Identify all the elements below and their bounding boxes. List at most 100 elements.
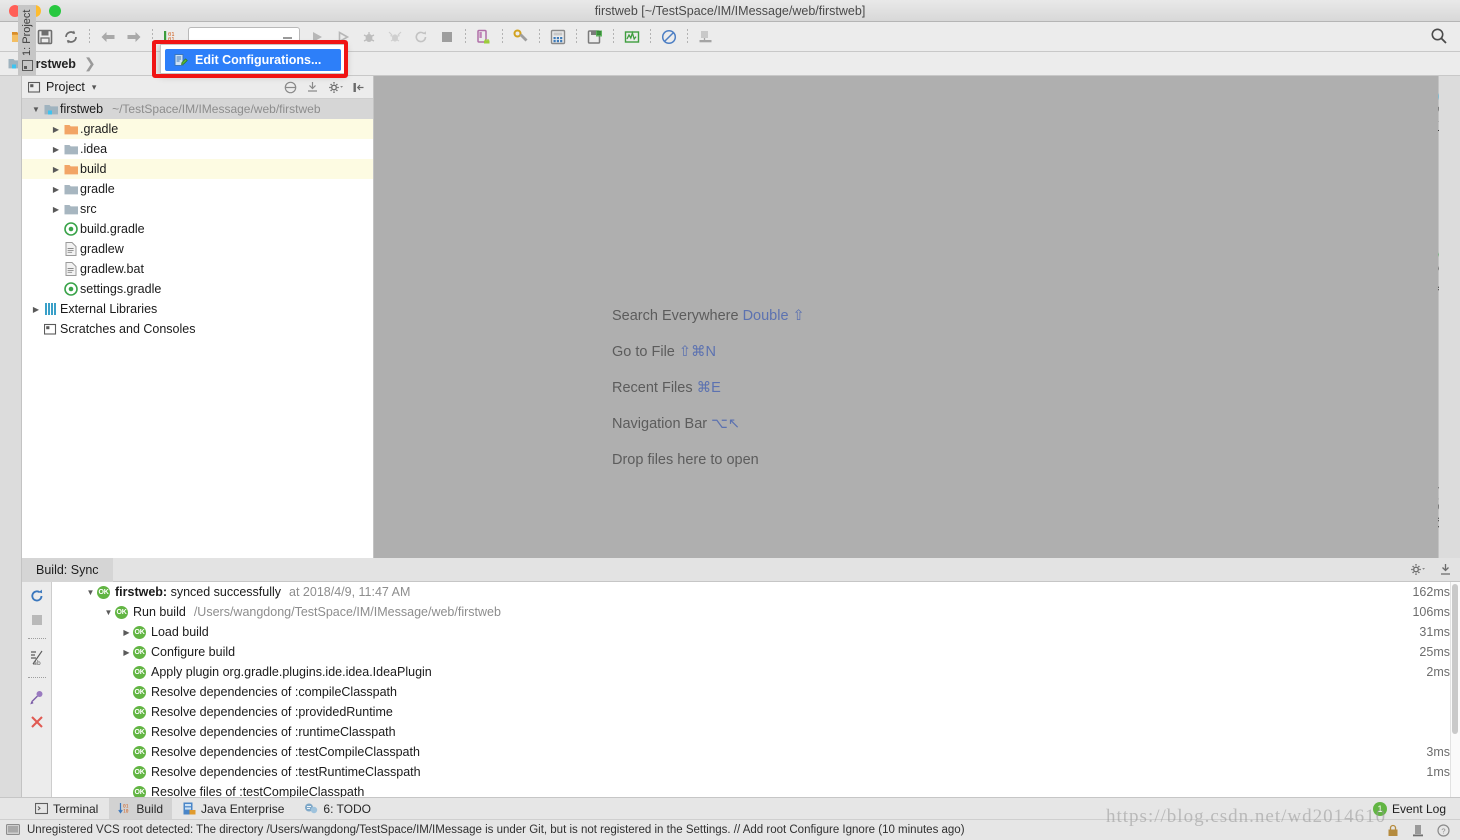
tab-label: Build — [136, 801, 164, 816]
close-icon[interactable] — [29, 714, 45, 730]
tree-row[interactable]: gradlew — [22, 239, 373, 259]
tree-row[interactable]: ▶ src — [22, 199, 373, 219]
build-row-label: Resolve dependencies of :testCompileClas… — [151, 745, 420, 759]
tree-twisty-icon[interactable]: ▶ — [50, 185, 62, 194]
status-bar-icons: ? — [1387, 823, 1460, 837]
build-twisty-icon[interactable]: ▶ — [120, 648, 133, 657]
scrollbar-thumb[interactable] — [1452, 584, 1458, 734]
lock-icon[interactable] — [1387, 824, 1399, 837]
help-icon[interactable]: ? — [1437, 823, 1450, 837]
toolbar-divider — [27, 638, 46, 639]
idea-window: firstweb [~/TestSpace/IM/IMessage/web/fi… — [0, 0, 1460, 840]
tree-twisty-icon[interactable]: ▶ — [50, 205, 62, 214]
build-row[interactable]: OK Resolve dependencies of :testRuntimeCl… — [52, 762, 1460, 782]
tree-row[interactable]: ▶ build — [22, 159, 373, 179]
rerun-icon[interactable] — [29, 588, 45, 604]
tab-todo[interactable]: 6: TODO — [295, 798, 380, 820]
pin-icon[interactable] — [29, 689, 45, 705]
build-row-label: Apply plugin org.gradle.plugins.ide.idea… — [151, 665, 432, 679]
tree-twisty-icon[interactable]: ▶ — [50, 125, 62, 134]
search-icon[interactable] — [1430, 27, 1448, 45]
vcs-icon — [6, 823, 20, 837]
avd-manager-icon[interactable] — [545, 25, 571, 49]
tab-build-sync[interactable]: Build: Sync — [22, 557, 113, 582]
stop-icon[interactable] — [434, 25, 460, 49]
layout-inspector-icon[interactable] — [693, 25, 719, 49]
stop-icon[interactable] — [30, 613, 44, 627]
build-twisty-icon[interactable]: ▼ — [84, 588, 97, 597]
breadcrumb-separator: ❯ — [83, 55, 96, 71]
tree-row-label: src — [80, 202, 97, 216]
zoom-window-button[interactable] — [49, 5, 61, 17]
soft-wrap-icon[interactable]: ab — [29, 650, 45, 666]
tree-row[interactable]: ▶ .idea — [22, 139, 373, 159]
build-row-label: Configure build — [151, 645, 236, 659]
memory-icon[interactable] — [1412, 824, 1424, 837]
hide-icon[interactable] — [352, 81, 365, 94]
build-row[interactable]: ▼ OK firstweb: synced successfully at 2018/… — [52, 582, 1460, 602]
sidebar-item-label: 1: Project — [21, 9, 33, 56]
tree-row[interactable]: settings.gradle — [22, 279, 373, 299]
build-twisty-icon[interactable]: ▼ — [102, 608, 115, 617]
tree-row-label: External Libraries — [60, 302, 158, 316]
file-icon — [62, 242, 80, 256]
toolbar-separator — [576, 28, 577, 45]
no-ads-icon[interactable] — [656, 25, 682, 49]
chevron-down-icon[interactable]: ▾ — [92, 82, 97, 93]
run-configuration-dropdown[interactable]: Edit Configurations... — [160, 44, 346, 74]
tree-row[interactable]: ▶ gradle — [22, 179, 373, 199]
tree-row[interactable]: gradlew.bat — [22, 259, 373, 279]
build-row[interactable]: OK Apply plugin org.gradle.plugins.ide.id… — [52, 662, 1460, 682]
build-row-duration: 106ms — [1412, 605, 1450, 619]
hint-shortcut: ⌘E — [696, 380, 721, 396]
tree-row[interactable]: ▼ firstweb ~/TestSpace/IM/IMessage/web/fir… — [22, 99, 373, 119]
build-row[interactable]: OK Resolve dependencies of :runtimeClassp… — [52, 722, 1460, 742]
tree-twisty-icon[interactable]: ▶ — [50, 165, 62, 174]
build-tab-actions — [1410, 563, 1452, 576]
hide-icon[interactable] — [1439, 563, 1452, 576]
sidebar-item-project[interactable]: 1: Project — [18, 4, 36, 76]
tree-twisty-icon[interactable]: ▼ — [30, 105, 42, 114]
status-message[interactable]: Unregistered VCS root detected: The dire… — [27, 824, 965, 836]
build-row-label: Load build — [151, 625, 209, 639]
forward-icon[interactable] — [121, 25, 147, 49]
back-icon[interactable] — [95, 25, 121, 49]
project-tree[interactable]: ▼ firstweb ~/TestSpace/IM/IMessage/web/fir… — [22, 99, 373, 339]
settings-gear-icon[interactable] — [328, 81, 343, 94]
collapse-all-icon[interactable] — [284, 81, 297, 94]
tab-build[interactable]: 01 10 Build — [109, 797, 173, 820]
build-scrollbar[interactable] — [1450, 582, 1460, 805]
sdk-manager-icon[interactable] — [508, 25, 534, 49]
settings-gear-icon[interactable] — [1410, 563, 1425, 576]
profile-icon[interactable] — [382, 25, 408, 49]
sync-gradle-icon[interactable] — [582, 25, 608, 49]
build-twisty-icon[interactable]: ▶ — [120, 628, 133, 637]
hint-label: Drop files here to open — [612, 452, 759, 468]
build-icon: 01 10 — [118, 802, 131, 815]
event-log-button[interactable]: 1 Event Log — [1372, 801, 1460, 816]
android-device-icon[interactable] — [471, 25, 497, 49]
tab-java-enterprise[interactable]: Java Enterprise — [174, 798, 293, 820]
debug-icon[interactable] — [356, 25, 382, 49]
tree-row[interactable]: ▶ External Libraries — [22, 299, 373, 319]
libraries-icon — [42, 302, 60, 316]
build-side-toolbar: ab — [22, 582, 52, 805]
build-row[interactable]: OK Resolve dependencies of :providedRunti… — [52, 702, 1460, 722]
build-row[interactable]: OK Resolve dependencies of :testCompileCl… — [52, 742, 1460, 762]
build-output-tree[interactable]: ▼ OK firstweb: synced successfully at 2018/… — [52, 582, 1460, 805]
tree-row[interactable]: build.gradle — [22, 219, 373, 239]
rerun-icon[interactable] — [408, 25, 434, 49]
sync-icon[interactable] — [58, 25, 84, 49]
tree-row[interactable]: ▶ .gradle — [22, 119, 373, 139]
tab-terminal[interactable]: Terminal — [26, 798, 107, 820]
locate-icon[interactable] — [306, 81, 319, 94]
build-row[interactable]: ▶ OK Load build 31ms — [52, 622, 1460, 642]
tree-twisty-icon[interactable]: ▶ — [50, 145, 62, 154]
profiler-icon[interactable] — [619, 25, 645, 49]
build-row[interactable]: OK Resolve dependencies of :compileClassp… — [52, 682, 1460, 702]
build-row[interactable]: ▼ OK Run build/Users/wangdong/TestSpace/IM… — [52, 602, 1460, 622]
tree-row[interactable]: Scratches and Consoles — [22, 319, 373, 339]
tree-twisty-icon[interactable]: ▶ — [30, 305, 42, 314]
build-row[interactable]: ▶ OK Configure build 25ms — [52, 642, 1460, 662]
menu-item-edit-configurations[interactable]: Edit Configurations... — [165, 49, 341, 71]
